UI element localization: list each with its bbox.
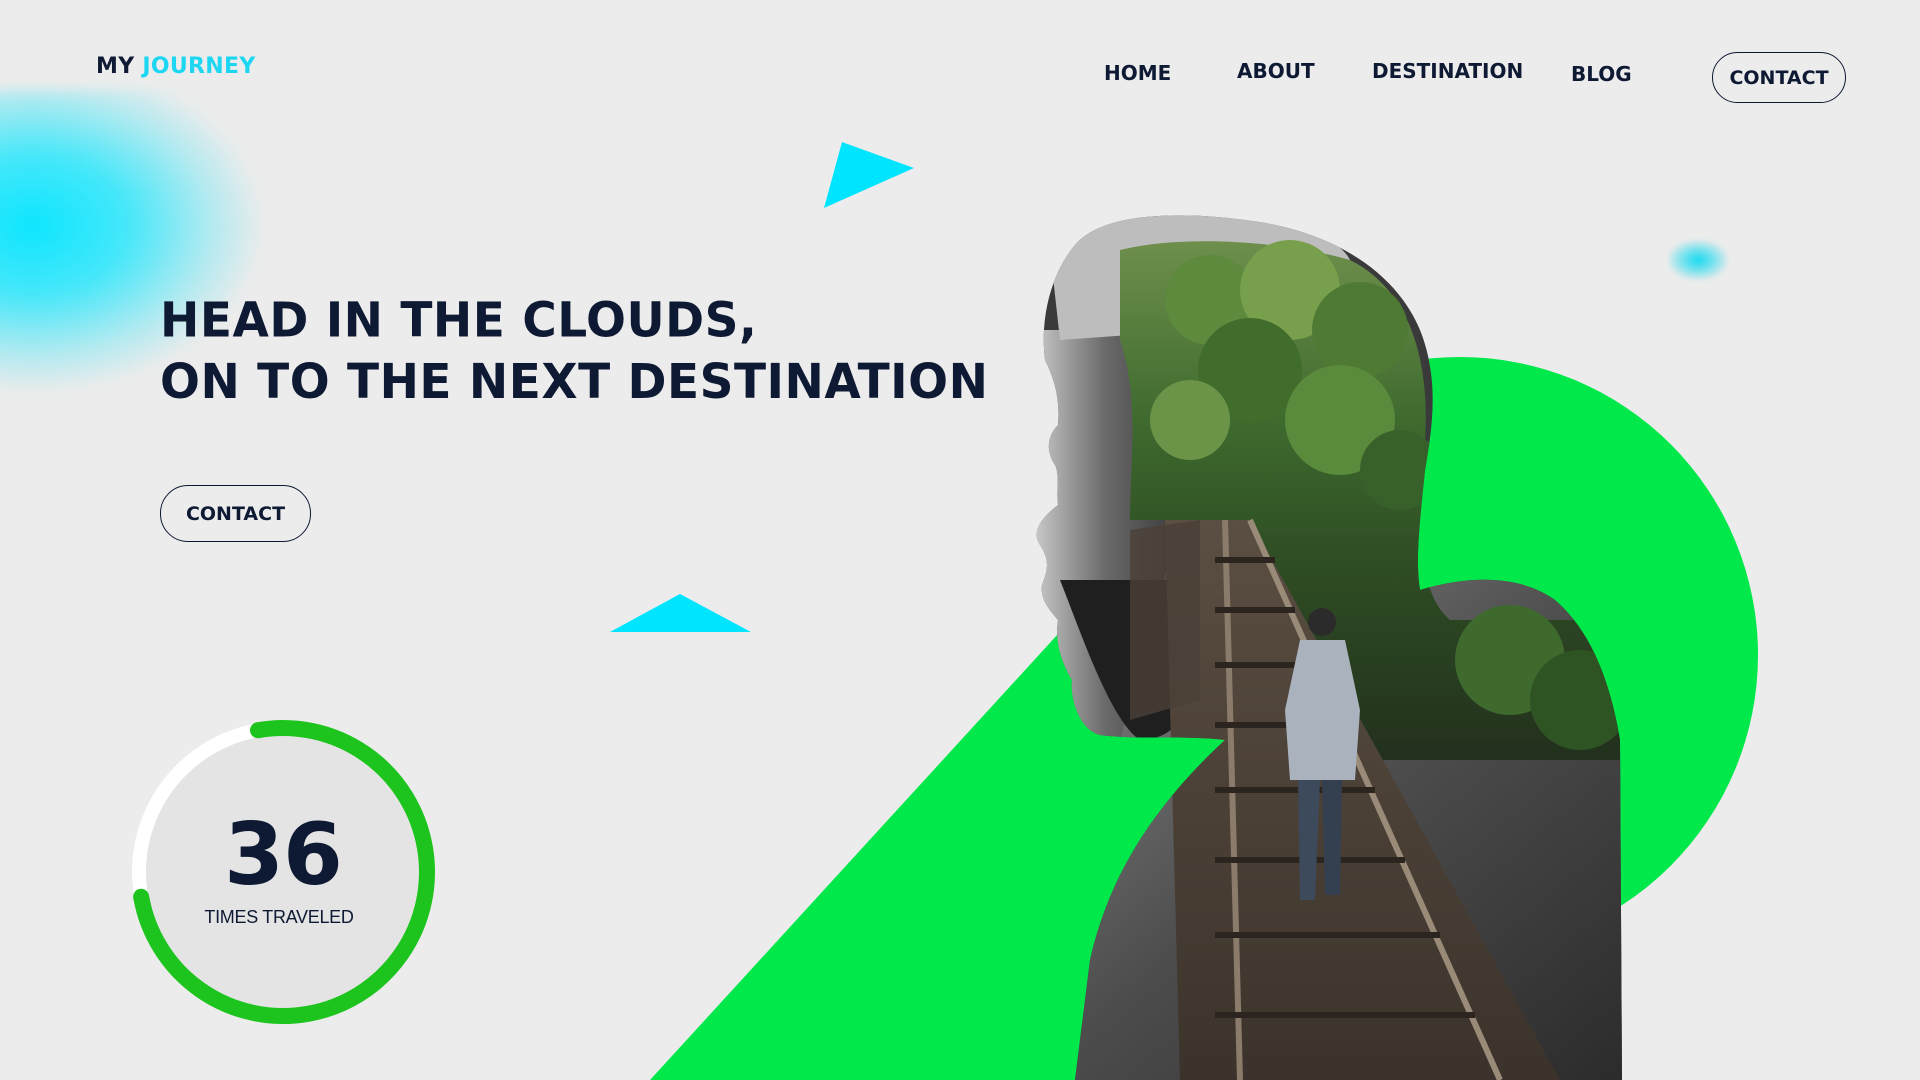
times-traveled-stat: 36 TIMES TRAVELED — [128, 712, 448, 1032]
logo-text-journey: JOURNEY — [142, 54, 256, 79]
hero-headline: HEAD IN THE CLOUDS, ON TO THE NEXT DESTI… — [160, 291, 988, 413]
landing-page: MY JOURNEY HOME ABOUT DESTINATION BLOG C… — [0, 0, 1920, 1080]
times-traveled-label: TIMES TRAVELED — [204, 907, 354, 927]
times-traveled-number: 36 — [224, 805, 343, 905]
silhouette-collage — [1036, 215, 1622, 1080]
cyan-blur-blob-right — [1668, 240, 1728, 280]
hero-contact-button[interactable]: CONTACT — [160, 485, 311, 542]
green-circle-shape — [1162, 357, 1758, 953]
nav-contact-button[interactable]: CONTACT — [1712, 52, 1846, 103]
logo-text-my: MY — [96, 54, 135, 79]
site-logo[interactable]: MY JOURNEY — [96, 54, 256, 79]
green-wedge-shape — [650, 610, 1330, 1080]
cyan-triangle-middle — [610, 594, 751, 632]
nav-home-link[interactable]: HOME — [1104, 61, 1171, 85]
hero-headline-line-1: HEAD IN THE CLOUDS, — [160, 292, 758, 349]
nav-blog-link[interactable]: BLOG — [1571, 62, 1632, 86]
hero-headline-line-2: ON TO THE NEXT DESTINATION — [160, 354, 989, 411]
cyan-triangle-top — [824, 142, 914, 208]
nav-destination-link[interactable]: DESTINATION — [1372, 59, 1523, 83]
nav-about-link[interactable]: ABOUT — [1237, 59, 1315, 83]
